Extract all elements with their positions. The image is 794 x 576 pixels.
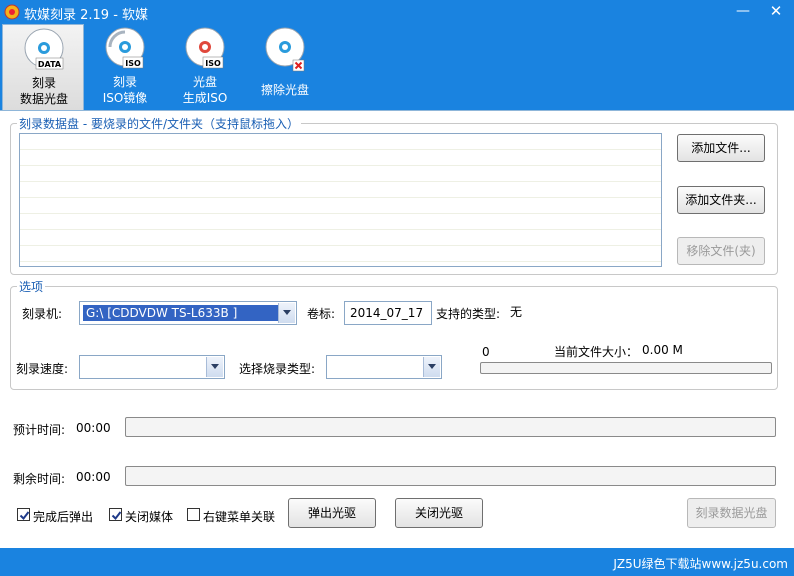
remove-file-button[interactable]: 移除文件(夹) — [677, 237, 765, 265]
options-group-legend: 选项 — [17, 278, 46, 295]
list-item — [20, 230, 661, 246]
volume-label: 卷标: — [307, 307, 336, 321]
chevron-down-icon[interactable] — [278, 303, 295, 323]
progress-start-label: 0 — [482, 345, 490, 359]
status-watermark: JZ5U绿色下载站www.jz5u.com — [613, 557, 788, 571]
minimize-button[interactable]: — — [730, 2, 756, 22]
svg-text:ISO: ISO — [205, 59, 221, 68]
burn-data-disc-button[interactable]: 刻录数据光盘 — [687, 498, 776, 528]
close-drive-button[interactable]: 关闭光驱 — [395, 498, 483, 528]
burner-value: G:\ [CDDVDW TS-L633B ] — [82, 304, 279, 322]
add-folder-button[interactable]: 添加文件夹... — [677, 186, 765, 214]
svg-text:DATA: DATA — [38, 60, 62, 69]
disc-iso-burn-icon: ISO — [105, 27, 145, 69]
window-title: 软媒刻录 2.19 - 软媒 — [24, 8, 149, 23]
svg-text:ISO: ISO — [125, 59, 141, 68]
speed-label: 刻录速度: — [16, 362, 69, 376]
files-group-legend: 刻录数据盘 - 要烧录的文件/文件夹（支持鼠标拖入） — [17, 115, 302, 132]
status-bar: JZ5U绿色下载站www.jz5u.com — [0, 548, 794, 576]
volume-field[interactable] — [344, 301, 432, 325]
speed-select[interactable] — [79, 355, 225, 379]
remaining-time-label: 剩余时间: — [13, 472, 66, 486]
supported-type-value: 无 — [510, 305, 523, 319]
burn-type-label: 选择烧录类型: — [239, 362, 316, 376]
chevron-down-icon[interactable] — [206, 357, 223, 377]
list-item — [20, 198, 661, 214]
tab-burn-iso-label: 刻录 ISO镜像 — [102, 75, 148, 105]
burn-type-value — [330, 359, 336, 375]
toolbar-divider — [0, 110, 794, 111]
context-menu-label[interactable]: 右键菜单关联 — [203, 508, 275, 525]
chevron-down-icon[interactable] — [423, 357, 440, 377]
checkmark-icon — [19, 511, 30, 521]
disc-make-iso-icon: ISO — [185, 27, 225, 69]
remaining-time-value: 00:00 — [76, 470, 111, 484]
context-menu-checkbox[interactable] — [187, 508, 200, 521]
remaining-progress-bar — [125, 466, 776, 486]
minimize-icon: — — [736, 3, 750, 19]
supported-type-label: 支持的类型: — [436, 307, 501, 321]
tab-erase-disc[interactable]: 擦除光盘 — [244, 24, 326, 110]
tab-burn-iso[interactable]: ISO 刻录 ISO镜像 — [84, 24, 166, 110]
estimated-time-label: 预计时间: — [13, 423, 66, 437]
main-toolbar: DATA 刻录 数据光盘 ISO 刻录 ISO镜像 ISO 光盘 生成ISO 擦… — [0, 24, 794, 110]
file-list[interactable] — [19, 133, 662, 267]
burner-label: 刻录机: — [22, 307, 63, 321]
eject-after-checkbox[interactable] — [17, 508, 30, 521]
eject-after-label[interactable]: 完成后弹出 — [33, 508, 93, 525]
list-item — [20, 134, 661, 150]
tab-make-iso[interactable]: ISO 光盘 生成ISO — [164, 24, 246, 110]
eject-drive-button[interactable]: 弹出光驱 — [288, 498, 376, 528]
tab-erase-disc-label: 擦除光盘 — [260, 83, 309, 97]
tab-make-iso-label: 光盘 生成ISO — [182, 75, 228, 105]
disc-erase-icon — [265, 27, 305, 72]
burner-select[interactable]: G:\ [CDDVDW TS-L633B ] — [79, 301, 297, 325]
add-file-button[interactable]: 添加文件... — [677, 134, 765, 162]
list-item — [20, 182, 661, 198]
list-item — [20, 214, 661, 230]
estimated-time-value: 00:00 — [76, 421, 111, 435]
close-button[interactable]: ✕ — [763, 2, 789, 22]
list-item — [20, 166, 661, 182]
file-size-label: 当前文件大小： — [554, 345, 639, 359]
app-logo-icon — [4, 4, 20, 20]
estimated-progress-bar — [125, 417, 776, 437]
title-bar: 软媒刻录 2.19 - 软媒 — ✕ — [0, 0, 794, 24]
list-item — [20, 246, 661, 262]
burn-type-select[interactable] — [326, 355, 442, 379]
tab-burn-data-disc[interactable]: DATA 刻录 数据光盘 — [2, 24, 84, 110]
checkmark-icon — [111, 511, 122, 521]
close-icon: ✕ — [769, 2, 783, 20]
list-item — [20, 150, 661, 166]
disc-data-icon: DATA — [24, 28, 64, 70]
close-media-checkbox[interactable] — [109, 508, 122, 521]
file-progress-bar — [480, 362, 772, 374]
close-media-label[interactable]: 关闭媒体 — [125, 508, 173, 525]
tab-burn-data-label: 刻录 数据光盘 — [19, 76, 68, 106]
speed-value — [83, 359, 89, 375]
file-size-value: 0.00 M — [642, 343, 683, 357]
volume-input[interactable] — [345, 302, 431, 324]
